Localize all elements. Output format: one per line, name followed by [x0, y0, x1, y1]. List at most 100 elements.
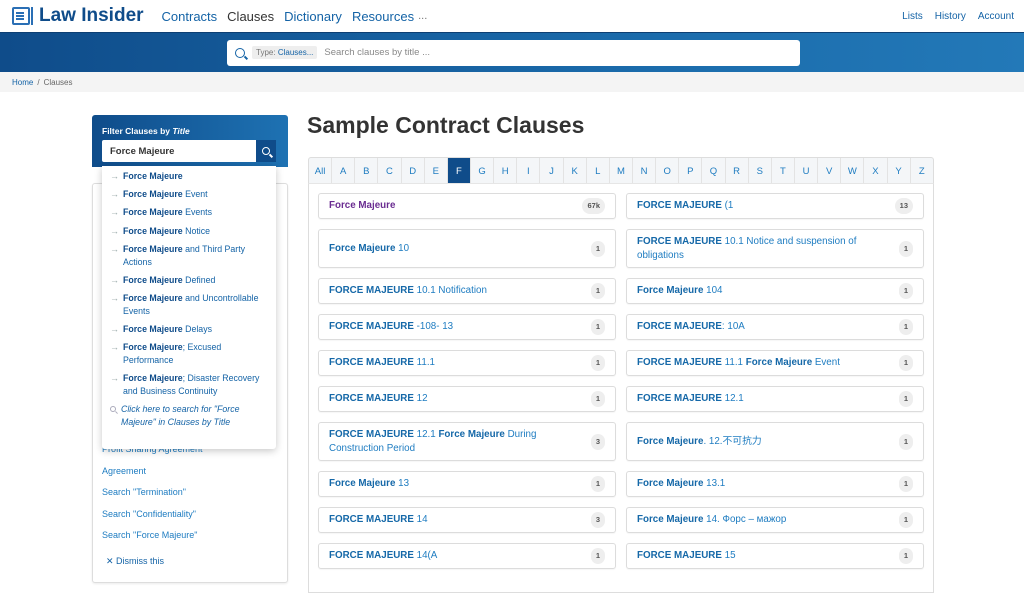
letter-a[interactable]: A — [332, 158, 356, 184]
clause-card[interactable]: Force Majeure. 12.不可抗力 1 — [626, 422, 924, 461]
letter-r[interactable]: R — [726, 158, 749, 184]
clause-card[interactable]: Force Majeure 13.1 1 — [626, 471, 924, 497]
arrow-right-icon: → — [110, 292, 119, 303]
related-link[interactable]: Search "Force Majeure" — [102, 530, 203, 552]
suggestion-item[interactable]: → Force Majeure; Excused Performance — [110, 341, 268, 367]
clause-card[interactable]: Force Majeure 104 1 — [626, 278, 924, 304]
related-link[interactable]: Search "Termination" — [102, 487, 203, 509]
clause-card[interactable]: FORCE MAJEURE (1 13 — [626, 193, 924, 219]
count-badge: 1 — [898, 512, 913, 528]
clause-card[interactable]: FORCE MAJEURE 12.1 Force Majeure During … — [318, 422, 616, 461]
count-badge: 1 — [898, 476, 913, 492]
related-link[interactable]: Agreement — [102, 466, 203, 488]
suggestion-rest: Delays — [182, 323, 212, 334]
global-search[interactable]: Type: Clauses... Search clauses by title… — [227, 39, 800, 66]
arrow-right-icon: → — [110, 243, 119, 254]
suggestion-text: Force Majeure; Excused Performance — [123, 341, 268, 367]
suggestion-item[interactable]: → Force Majeure — [110, 170, 268, 183]
letter-n[interactable]: N — [633, 158, 657, 184]
nav-resources[interactable]: Resources — [352, 9, 414, 24]
nav-account[interactable]: Account — [978, 11, 1014, 22]
letter-w[interactable]: W — [841, 158, 865, 184]
suggestion-text: Force Majeure and Third Party Actions — [123, 243, 268, 269]
letter-s[interactable]: S — [749, 158, 772, 184]
nav-history[interactable]: History — [935, 11, 966, 22]
brand-name: Law Insider — [39, 5, 144, 26]
breadcrumb-home[interactable]: Home — [12, 78, 33, 87]
search-input[interactable]: Search clauses by title ... — [324, 47, 430, 58]
suggestion-item[interactable]: → Force Majeure; Disaster Recovery and Bu… — [110, 372, 268, 398]
letter-p[interactable]: P — [679, 158, 703, 184]
suggestion-text: Force Majeure Event — [123, 188, 208, 201]
dismiss-button[interactable]: ✕ Dismiss this — [106, 556, 164, 567]
letter-f[interactable]: F — [447, 158, 471, 184]
letter-u[interactable]: U — [795, 158, 819, 184]
letter-v[interactable]: V — [818, 158, 842, 184]
suggestion-item[interactable]: → Force Majeure Notice — [110, 225, 268, 238]
clause-title: Force Majeure 14. Форс – мажор — [637, 513, 899, 527]
clause-rest: Event — [812, 357, 840, 368]
letter-c[interactable]: C — [378, 158, 402, 184]
letter-k[interactable]: K — [564, 158, 587, 184]
letter-e[interactable]: E — [425, 158, 448, 184]
brand-logo[interactable]: Law Insider — [12, 5, 144, 27]
letter-y[interactable]: Y — [888, 158, 911, 184]
suggestion-item[interactable]: → Force Majeure Events — [110, 206, 268, 219]
clause-row: FORCE MAJEURE 14 3 Force Majeure 14. Форс … — [318, 507, 924, 533]
clause-card[interactable]: FORCE MAJEURE 12.1 1 — [626, 386, 924, 412]
clause-card[interactable]: Force Majeure 67k — [318, 193, 616, 219]
letter-z[interactable]: Z — [911, 158, 933, 184]
clause-card[interactable]: FORCE MAJEURE 10.1 Notification 1 — [318, 278, 616, 304]
count-badge: 1 — [590, 319, 605, 335]
clause-card[interactable]: Force Majeure 13 1 — [318, 471, 616, 497]
count-badge: 1 — [898, 433, 913, 450]
suggestion-item[interactable]: → Force Majeure Defined — [110, 274, 268, 287]
clause-card[interactable]: FORCE MAJEURE 10.1 Notice and suspension… — [626, 229, 924, 268]
letter-g[interactable]: G — [471, 158, 495, 184]
letter-i[interactable]: I — [517, 158, 541, 184]
clause-title: FORCE MAJEURE 12.1 Force Majeure During … — [329, 428, 591, 456]
account-nav: Lists History Account — [902, 11, 1014, 22]
nav-clauses[interactable]: Clauses — [227, 9, 274, 24]
letter-l[interactable]: L — [587, 158, 610, 184]
letter-m[interactable]: M — [610, 158, 633, 184]
clause-rest: 11.1 — [721, 357, 746, 368]
suggestion-rest: Notice — [182, 225, 211, 236]
clause-card[interactable]: FORCE MAJEURE 15 1 — [626, 543, 924, 569]
clause-card[interactable]: FORCE MAJEURE 14 3 — [318, 507, 616, 533]
clause-card[interactable]: FORCE MAJEURE 14(A 1 — [318, 543, 616, 569]
nav-contracts[interactable]: Contracts — [162, 9, 218, 24]
filter-title-input[interactable]: Force Majeure — [102, 140, 276, 162]
nav-lists[interactable]: Lists — [902, 11, 923, 22]
clause-card[interactable]: FORCE MAJEURE: 10A 1 — [626, 314, 924, 340]
search-type-selector[interactable]: Type: Clauses... — [252, 46, 318, 59]
clause-card[interactable]: FORCE MAJEURE 11.1 1 — [318, 350, 616, 376]
letter-q[interactable]: Q — [702, 158, 726, 184]
suggestion-item[interactable]: → Force Majeure and Third Party Actions — [110, 243, 268, 269]
letter-b[interactable]: B — [355, 158, 379, 184]
search-all-suggestion[interactable]: Click here to search for "Force Majeure"… — [110, 403, 268, 429]
letter-o[interactable]: O — [656, 158, 680, 184]
letter-h[interactable]: H — [494, 158, 518, 184]
letter-x[interactable]: X — [864, 158, 888, 184]
clause-title: FORCE MAJEURE (1 — [637, 199, 895, 213]
clause-rest: 104 — [703, 285, 723, 296]
letter-all[interactable]: All — [309, 158, 333, 184]
suggestion-item[interactable]: → Force Majeure Delays — [110, 323, 268, 336]
count-badge: 1 — [898, 548, 913, 564]
suggestion-item[interactable]: → Force Majeure and Uncontrollable Events — [110, 292, 268, 318]
clause-card[interactable]: Force Majeure 10 1 — [318, 229, 616, 268]
count-badge: 1 — [898, 355, 913, 371]
related-link[interactable]: Search "Confidentiality" — [102, 509, 203, 531]
letter-d[interactable]: D — [402, 158, 425, 184]
clause-card[interactable]: FORCE MAJEURE -108- 13 1 — [318, 314, 616, 340]
nav-dictionary[interactable]: Dictionary — [284, 9, 342, 24]
clause-card[interactable]: Force Majeure 14. Форс – мажор 1 — [626, 507, 924, 533]
clause-card[interactable]: FORCE MAJEURE 11.1 Force Majeure Event 1 — [626, 350, 924, 376]
clause-card[interactable]: FORCE MAJEURE 12 1 — [318, 386, 616, 412]
nav-more-button[interactable]: ... — [418, 10, 427, 22]
suggestion-item[interactable]: → Force Majeure Event — [110, 188, 268, 201]
letter-t[interactable]: T — [772, 158, 795, 184]
filter-search-button[interactable] — [256, 140, 276, 162]
letter-j[interactable]: J — [540, 158, 564, 184]
